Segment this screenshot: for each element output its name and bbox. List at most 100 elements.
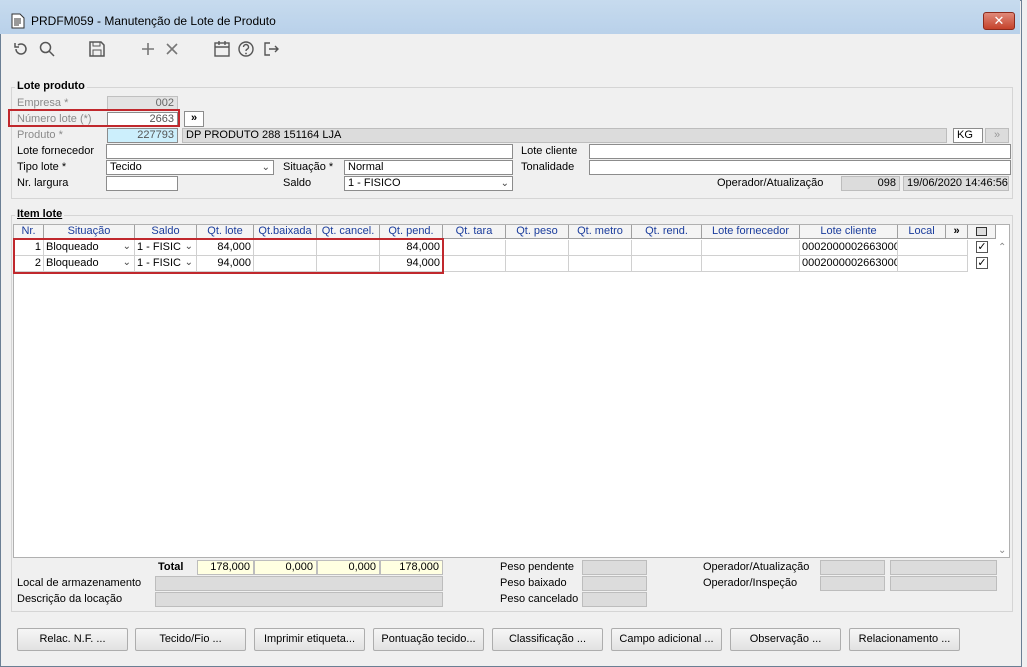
- col-header-more[interactable]: »: [946, 225, 968, 239]
- document-icon: [11, 13, 25, 29]
- col-header-local[interactable]: Local: [898, 225, 946, 239]
- peso-cancelado-field: [582, 592, 647, 607]
- operador-inspecao-field: [820, 576, 885, 591]
- produto-label: Produto *: [17, 129, 63, 141]
- row1-checkbox[interactable]: ✓: [976, 241, 988, 253]
- more-button[interactable]: »: [184, 111, 204, 127]
- tipo-lote-select[interactable]: Tecido ⌄: [106, 160, 274, 175]
- saldo-select[interactable]: 1 - FISICO ⌄: [344, 176, 513, 191]
- operador-inspecao-label: Operador/Inspeção: [703, 577, 798, 589]
- total-qt-cancel: 0,000: [317, 560, 380, 575]
- situacao-label: Situação *: [283, 161, 334, 173]
- exit-icon[interactable]: [262, 40, 280, 58]
- col-header-qt-cancel[interactable]: Qt. cancel.: [317, 225, 380, 239]
- peso-baixado-label: Peso baixado: [500, 577, 567, 589]
- numero-lote-highlight: [8, 109, 180, 127]
- nr-largura-field[interactable]: [106, 176, 178, 191]
- total-qt-lote: 178,000: [197, 560, 254, 575]
- scroll-up-icon[interactable]: ⌃: [998, 242, 1006, 253]
- observacao-button[interactable]: Observação ...: [730, 628, 841, 651]
- chevron-down-icon: ⌄: [261, 162, 270, 173]
- produto-description-field: DP PRODUTO 288 151164 LJA: [182, 128, 947, 143]
- operador-label: Operador/Atualização: [717, 177, 824, 189]
- row2-qt-rend[interactable]: [632, 256, 702, 272]
- local-armazenamento-field: [155, 576, 443, 591]
- col-header-qt-baixada[interactable]: Qt.baixada: [254, 225, 317, 239]
- col-header-qt-lote[interactable]: Qt. lote: [197, 225, 254, 239]
- unit-more-button[interactable]: »: [985, 128, 1009, 143]
- descricao-locacao-label: Descrição da locação: [17, 593, 123, 605]
- col-header-qt-peso[interactable]: Qt. peso: [506, 225, 569, 239]
- lote-fornecedor-field[interactable]: [106, 144, 513, 159]
- col-header-qt-metro[interactable]: Qt. metro: [569, 225, 632, 239]
- row2-lote-fornecedor[interactable]: [702, 256, 800, 272]
- col-header-qt-rend[interactable]: Qt. rend.: [632, 225, 702, 239]
- col-header-situacao[interactable]: Situação: [44, 225, 135, 239]
- relacionamento-button[interactable]: Relacionamento ...: [849, 628, 960, 651]
- total-qt-pend: 178,000: [380, 560, 443, 575]
- situacao-field[interactable]: Normal: [344, 160, 513, 175]
- operador-atualizacao-field: [820, 560, 885, 575]
- scroll-down-icon[interactable]: ⌄: [998, 545, 1006, 556]
- row2-local[interactable]: [898, 256, 968, 272]
- help-icon[interactable]: [237, 40, 255, 58]
- row2-qt-peso[interactable]: [506, 256, 569, 272]
- tecido-fio-button[interactable]: Tecido/Fio ...: [135, 628, 246, 651]
- row1-lote-fornecedor[interactable]: [702, 240, 800, 256]
- empresa-label: Empresa *: [17, 97, 69, 109]
- window-title: PRDFM059 - Manutenção de Lote de Produto: [31, 14, 276, 28]
- produto-code-field[interactable]: 227793: [107, 128, 178, 143]
- operador-field: 098: [841, 176, 900, 191]
- col-header-lote-fornecedor[interactable]: Lote fornecedor: [702, 225, 800, 239]
- rows-highlight: [13, 238, 444, 274]
- col-header-qt-tara[interactable]: Qt. tara: [443, 225, 506, 239]
- tipo-lote-label: Tipo lote *: [17, 161, 67, 173]
- nr-largura-label: Nr. largura: [17, 177, 69, 189]
- pontuacao-tecido-button[interactable]: Pontuação tecido...: [373, 628, 484, 651]
- data-inspecao-field: [890, 576, 997, 591]
- close-button[interactable]: ✕: [983, 12, 1015, 30]
- peso-pendente-label: Peso pendente: [500, 561, 575, 573]
- row2-lote-cliente[interactable]: 0002000002663000: [800, 256, 898, 272]
- lote-produto-title: Lote produto: [15, 80, 87, 92]
- row2-qt-tara[interactable]: [443, 256, 506, 272]
- peso-pendente-field: [582, 560, 647, 575]
- row1-qt-metro[interactable]: [569, 240, 632, 256]
- col-header-saldo[interactable]: Saldo: [135, 225, 197, 239]
- undo-icon[interactable]: [12, 40, 30, 58]
- saldo-label: Saldo: [283, 177, 312, 189]
- imprimir-etiqueta-button[interactable]: Imprimir etiqueta...: [254, 628, 365, 651]
- row1-qt-peso[interactable]: [506, 240, 569, 256]
- lote-cliente-field[interactable]: [589, 144, 1011, 159]
- total-label: Total: [158, 561, 184, 573]
- unit-field: KG: [953, 128, 983, 143]
- col-header-nr[interactable]: Nr.: [14, 225, 44, 239]
- col-header-select-all[interactable]: [968, 225, 996, 239]
- data-atualizacao-field: 19/06/2020 14:46:56: [903, 176, 1009, 191]
- search-icon[interactable]: [38, 40, 56, 58]
- col-header-lote-cliente[interactable]: Lote cliente: [800, 225, 898, 239]
- row1-lote-cliente[interactable]: 0002000002663000: [800, 240, 898, 256]
- item-lote-title: Item lote: [15, 208, 65, 220]
- calendar-icon[interactable]: [213, 40, 231, 58]
- save-icon[interactable]: [88, 40, 106, 58]
- campo-adicional-button[interactable]: Campo adicional ...: [611, 628, 722, 651]
- peso-cancelado-label: Peso cancelado: [500, 593, 579, 605]
- tonalidade-field[interactable]: [589, 160, 1011, 175]
- add-icon[interactable]: [139, 40, 157, 58]
- row2-checkbox[interactable]: ✓: [976, 257, 988, 269]
- row1-qt-rend[interactable]: [632, 240, 702, 256]
- row1-qt-tara[interactable]: [443, 240, 506, 256]
- peso-baixado-field: [582, 576, 647, 591]
- row2-qt-metro[interactable]: [569, 256, 632, 272]
- total-qt-baixada: 0,000: [254, 560, 317, 575]
- classificacao-button[interactable]: Classificação ...: [492, 628, 603, 651]
- delete-icon[interactable]: [163, 40, 181, 58]
- select-all-checkbox[interactable]: [976, 227, 987, 236]
- chevron-down-icon: ⌄: [500, 178, 509, 189]
- item-lote-grid: [13, 224, 1010, 558]
- col-header-qt-pend[interactable]: Qt. pend.: [380, 225, 443, 239]
- tonalidade-label: Tonalidade: [521, 161, 575, 173]
- row1-local[interactable]: [898, 240, 968, 256]
- relac-nf-button[interactable]: Relac. N.F. ...: [17, 628, 128, 651]
